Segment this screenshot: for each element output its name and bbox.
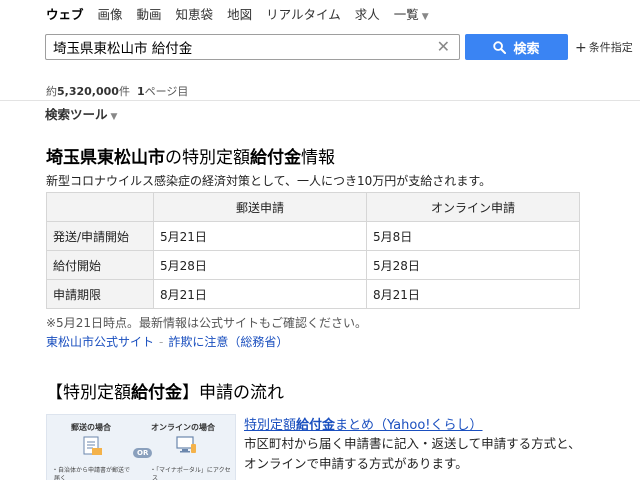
result-title-link[interactable]: 特別定額給付金まとめ（Yahoo!くらし） <box>244 414 483 433</box>
table-header-cell: 郵送申請 <box>153 192 367 222</box>
flow-section-title: 【特別定額給付金】申請の流れ <box>46 378 284 403</box>
result-count-suffix: 件 <box>118 85 130 98</box>
flow-thumbnail[interactable]: 郵送の場合 オンラインの場合 OR ・自治体から申請書が郵送で 届く ・「マイナ… <box>46 414 236 480</box>
table-row-label: 発送/申請開始 <box>46 221 154 251</box>
thumb-or-badge: OR <box>133 448 153 458</box>
answer-links: 東松山市公式サイト - 詐欺に注意（総務省） <box>46 333 288 350</box>
table-cell: 5月28日 <box>366 250 580 280</box>
page-suffix: ページ目 <box>144 85 189 98</box>
table-header-cell: オンライン申請 <box>366 192 580 222</box>
tab-web[interactable]: ウェブ <box>46 4 84 22</box>
header-divider <box>0 100 640 101</box>
search-button[interactable]: 検索 <box>465 34 568 60</box>
fraud-warning-link[interactable]: 詐欺に注意（総務省） <box>168 335 288 349</box>
result-title-start: 特別定額 <box>244 418 297 433</box>
plus-icon: + <box>575 40 587 56</box>
computer-icon <box>176 436 196 453</box>
clear-icon[interactable]: ✕ <box>437 38 450 56</box>
result-count-prefix: 約 <box>46 85 57 98</box>
answer-title: 埼玉県東松山市の特別定額給付金情報 <box>46 143 335 168</box>
tab-more[interactable]: 一覧 ▼ <box>394 4 429 22</box>
official-site-link[interactable]: 東松山市公式サイト <box>46 335 154 349</box>
flow-title-start: 【特別定額 <box>46 383 131 403</box>
search-tools-toggle[interactable]: 検索ツール ▼ <box>45 104 117 123</box>
search-button-label: 検索 <box>513 41 540 57</box>
benefit-schedule-table: 郵送申請 オンライン申請 発送/申請開始 5月21日 5月8日 給付開始 5月2… <box>46 192 580 309</box>
thumb-mail-label: 郵送の場合 <box>71 423 111 432</box>
table-row: 申請期限 8月21日 8月21日 <box>46 279 580 309</box>
search-conditions-link[interactable]: + 条件指定 <box>575 39 633 56</box>
result-snippet: 市区町村から届く申請書に記入・返送して申請する方式と、オンラインで申請する方式が… <box>244 436 581 471</box>
table-cell: 8月21日 <box>366 279 580 309</box>
search-vertical-tabs: ウェブ 画像 動画 知恵袋 地図 リアルタイム 求人 一覧 ▼ <box>46 4 443 22</box>
answer-title-city: 埼玉県東松山市 <box>46 148 165 168</box>
thumb-online-label: オンラインの場合 <box>151 423 215 432</box>
result-title-keyword: 給付金 <box>296 418 336 433</box>
search-box: ✕ <box>45 34 460 60</box>
table-cell: 5月28日 <box>153 250 367 280</box>
link-separator: - <box>159 335 164 349</box>
search-input[interactable] <box>46 35 426 59</box>
chevron-down-icon: ▼ <box>421 12 429 22</box>
search-icon <box>493 40 507 54</box>
result-count-value: 5,320,000 <box>57 85 119 98</box>
tab-images[interactable]: 画像 <box>98 4 123 22</box>
thumb-mail-note-2: 届く <box>54 475 67 480</box>
result-title-end: まとめ（Yahoo!くらし） <box>335 418 483 433</box>
thumb-online-note-2: ス <box>152 475 159 480</box>
answer-title-end: 情報 <box>301 148 335 168</box>
result-count: 約5,320,000件 1ページ目 <box>46 83 188 99</box>
table-cell: 5月8日 <box>366 221 580 251</box>
table-row-label: 申請期限 <box>46 279 154 309</box>
table-header-row: 郵送申請 オンライン申請 <box>46 192 580 222</box>
search-tools-label: 検索ツール <box>45 107 108 122</box>
table-cell: 8月21日 <box>153 279 367 309</box>
tab-jobs[interactable]: 求人 <box>355 4 380 22</box>
page-number: 1 <box>136 85 145 98</box>
answer-title-mid: の特別定額 <box>165 148 250 168</box>
envelope-document-icon <box>83 436 102 455</box>
table-row-label: 給付開始 <box>46 250 154 280</box>
table-header-cell <box>46 192 154 222</box>
answer-title-keyword: 給付金 <box>250 148 301 168</box>
flow-title-keyword: 給付金 <box>131 383 182 403</box>
table-row: 給付開始 5月28日 5月28日 <box>46 250 580 280</box>
tab-map[interactable]: 地図 <box>227 4 252 22</box>
search-conditions-label: 条件指定 <box>588 41 633 54</box>
flow-title-end: 】申請の流れ <box>182 383 284 403</box>
tab-videos[interactable]: 動画 <box>137 4 162 22</box>
table-row: 発送/申請開始 5月21日 5月8日 <box>46 221 580 251</box>
chevron-down-icon: ▼ <box>110 112 118 122</box>
thumb-online-note-1: ・「マイナポータル」にアクセ <box>150 467 231 474</box>
tab-chiebukuro[interactable]: 知恵袋 <box>176 4 214 22</box>
tab-realtime[interactable]: リアルタイム <box>266 4 341 22</box>
tab-more-label: 一覧 <box>393 7 419 22</box>
table-cell: 5月21日 <box>153 221 367 251</box>
answer-description: 新型コロナウイルス感染症の経済対策として、一人につき10万円が支給されます。 <box>46 174 492 188</box>
answer-note: ※5月21日時点。最新情報は公式サイトもご確認ください。 <box>46 316 367 330</box>
